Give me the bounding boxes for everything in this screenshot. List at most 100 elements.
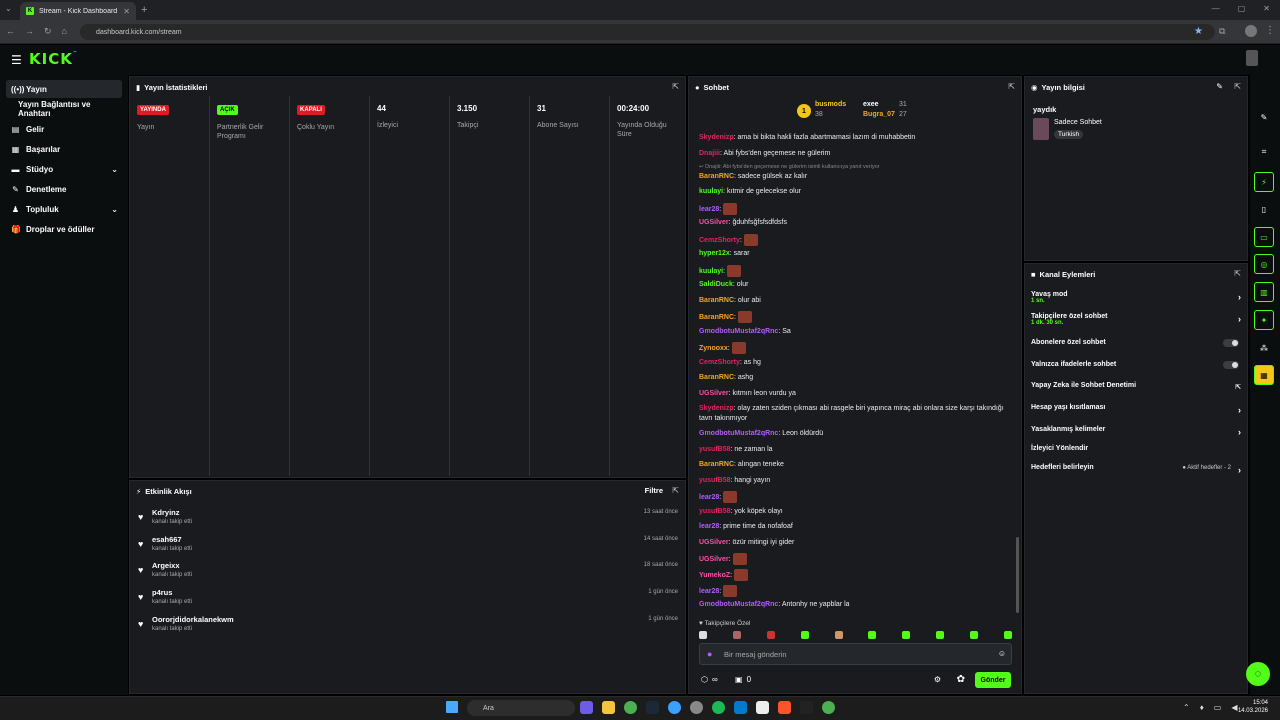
clipboard-icon[interactable]: ▯ xyxy=(1254,199,1274,219)
chat-username[interactable]: Skydenizp xyxy=(699,134,734,141)
clapper-icon[interactable]: ▦ xyxy=(1254,365,1274,385)
chat-username[interactable]: Dnajiii xyxy=(699,150,720,157)
chat-username[interactable]: lear28 xyxy=(699,206,719,213)
chat-username[interactable]: BaranRNC xyxy=(699,374,734,381)
wrench-icon[interactable]: ✦ xyxy=(1254,310,1274,330)
emote-icon[interactable] xyxy=(800,631,809,639)
send-button[interactable]: Gönder xyxy=(975,672,1011,688)
chat-username[interactable]: UGSilver xyxy=(699,219,729,226)
app-icon[interactable] xyxy=(800,701,813,714)
taskbar-search[interactable]: Ara xyxy=(467,700,575,716)
profile-avatar[interactable] xyxy=(1245,25,1257,37)
filter-button[interactable]: Filtre xyxy=(645,486,663,495)
sidebar-item-gelir[interactable]: ▤ Gelir xyxy=(6,120,122,138)
popout-icon[interactable]: ⇱ xyxy=(1008,82,1015,91)
sidebar-item-topluluk[interactable]: ♟ Topluluk ⌄ xyxy=(6,200,122,218)
mic-icon[interactable]: ● xyxy=(707,649,712,659)
emote-icon[interactable] xyxy=(970,631,978,639)
steam-icon[interactable] xyxy=(646,701,659,714)
chat-username[interactable]: lear28 xyxy=(699,494,719,501)
edit-icon[interactable]: ✎ xyxy=(1254,107,1274,127)
notion-icon[interactable] xyxy=(756,701,769,714)
subscribers-only-toggle[interactable] xyxy=(1223,339,1239,347)
back-icon[interactable]: ← xyxy=(6,26,15,37)
chat-icon[interactable]: ▭ xyxy=(1254,227,1274,247)
chat-username[interactable]: yusufB58 xyxy=(699,477,731,484)
emote-icon[interactable] xyxy=(902,631,911,639)
reload-icon[interactable]: ↻ xyxy=(44,26,52,37)
emote-icon[interactable] xyxy=(834,631,843,639)
popout-icon[interactable]: ⇱ xyxy=(1234,82,1241,91)
share-icon[interactable]: ⁂ xyxy=(1254,338,1274,358)
emotes-only-toggle[interactable] xyxy=(1223,361,1239,369)
network-icon[interactable]: ▭ xyxy=(1214,703,1222,712)
folder-icon[interactable] xyxy=(602,701,615,714)
chat-username[interactable]: hyper12x xyxy=(699,250,730,257)
close-tab-icon[interactable]: ✕ xyxy=(123,7,130,16)
speaker-icon[interactable]: ◀ xyxy=(1231,703,1237,712)
layout-icon[interactable]: ▥ xyxy=(1254,282,1274,302)
popout-icon[interactable]: ⇱ xyxy=(672,82,679,91)
bolt-icon[interactable]: ⚡ xyxy=(1254,172,1274,192)
channel-points[interactable]: ⬡ ∞ xyxy=(701,675,718,684)
chat-username[interactable]: BaranRNC xyxy=(699,461,734,468)
chat-username[interactable]: BaranRNC xyxy=(699,314,734,321)
browser-tab[interactable]: K Stream - Kick Dashboard ✕ xyxy=(20,2,136,20)
maximize-icon[interactable]: ▢ xyxy=(1238,4,1246,13)
bookmark-star-icon[interactable]: ★ xyxy=(1194,26,1203,37)
extensions-icon[interactable]: ⧉ xyxy=(1219,26,1225,37)
popout-icon[interactable]: ⇱ xyxy=(1234,269,1241,278)
emote-icon[interactable] xyxy=(732,631,741,639)
spotify-icon[interactable] xyxy=(712,701,725,714)
chat-username[interactable]: yusufB58 xyxy=(699,446,731,453)
chat-username[interactable]: UGSilver xyxy=(699,539,729,546)
sidebar-item-droplar[interactable]: 🎁 Droplar ve ödüller xyxy=(6,220,122,238)
chat-username[interactable]: kuulayi xyxy=(699,188,723,195)
settings-icon[interactable]: ⚙ xyxy=(934,675,941,684)
account-age-row[interactable]: Hesap yaşı kısıtlaması › xyxy=(1031,404,1241,415)
chat-username[interactable]: lear28 xyxy=(699,523,719,530)
followers-only-row[interactable]: Takipçilere özel sohbet 1 dk. 30 sn. › xyxy=(1031,313,1241,326)
chat-scrollbar[interactable] xyxy=(1016,537,1019,613)
mic-icon[interactable]: ♦ xyxy=(1200,703,1204,712)
sidebar-item-basarilar[interactable]: ▦ Başarılar xyxy=(6,140,122,158)
chat-username[interactable]: Skydenizp xyxy=(699,405,734,412)
chat-username[interactable]: BaranRNC xyxy=(699,297,734,304)
user-avatar[interactable] xyxy=(1246,50,1258,66)
windows-start-icon[interactable] xyxy=(446,701,458,713)
taskbar-clock[interactable]: 15:04 14.03.2026 xyxy=(1238,699,1268,716)
chat-username[interactable]: UGSilver xyxy=(699,390,729,397)
emote-icon[interactable] xyxy=(699,631,707,639)
camera-icon[interactable]: ⌗ xyxy=(1254,142,1274,162)
sidebar-item-denetleme[interactable]: ✎ Denetleme xyxy=(6,180,122,198)
kick-logo[interactable]: KICK™ xyxy=(29,50,78,68)
emote-icon[interactable] xyxy=(1003,631,1012,639)
ai-moderation-row[interactable]: Yapay Zeka ile Sohbet Denetimi ⇱ xyxy=(1031,382,1241,391)
hamburger-menu-icon[interactable]: ☰ xyxy=(11,53,22,67)
close-window-icon[interactable]: ✕ xyxy=(1263,4,1270,13)
emoji-icon[interactable]: ☺ xyxy=(998,649,1006,658)
chrome-icon[interactable] xyxy=(624,701,637,714)
browser-menu-icon[interactable]: ⋮ xyxy=(1265,25,1275,36)
chat-username[interactable]: kuulayi xyxy=(699,268,723,275)
tray-expand-icon[interactable]: ⌃ xyxy=(1183,703,1190,712)
sidebar-item-studyo[interactable]: ▬ Stüdyo ⌄ xyxy=(6,160,122,178)
vscode-icon[interactable] xyxy=(734,701,747,714)
gift-count[interactable]: ▣ 0 xyxy=(735,675,751,684)
help-chat-button[interactable]: ◌ xyxy=(1246,662,1270,686)
host-row[interactable]: İzleyici Yönlendir xyxy=(1031,445,1241,452)
chat-username[interactable]: yusufB58 xyxy=(699,508,731,515)
sidebar-item-yayin[interactable]: ((•)) Yayın xyxy=(6,80,122,98)
new-tab-button[interactable]: + xyxy=(141,4,147,16)
chat-username[interactable]: GmodbotuMustaf2qRnc xyxy=(699,430,778,437)
app-icon[interactable] xyxy=(690,701,703,714)
chat-username[interactable]: GmodbotuMustaf2qRnc xyxy=(699,328,778,335)
emote-icon[interactable] xyxy=(766,631,775,639)
quick-emote-icon[interactable]: ✿ xyxy=(957,674,965,685)
chat-username[interactable]: CemzShorty xyxy=(699,237,740,244)
address-bar[interactable]: dashboard.kick.com/stream xyxy=(80,24,1215,40)
app-icon[interactable] xyxy=(668,701,681,714)
chat-username[interactable]: Zynooxx xyxy=(699,345,728,352)
chat-username[interactable]: SaldiDuck xyxy=(699,281,733,288)
chat-username[interactable]: UGSilver xyxy=(699,556,729,563)
